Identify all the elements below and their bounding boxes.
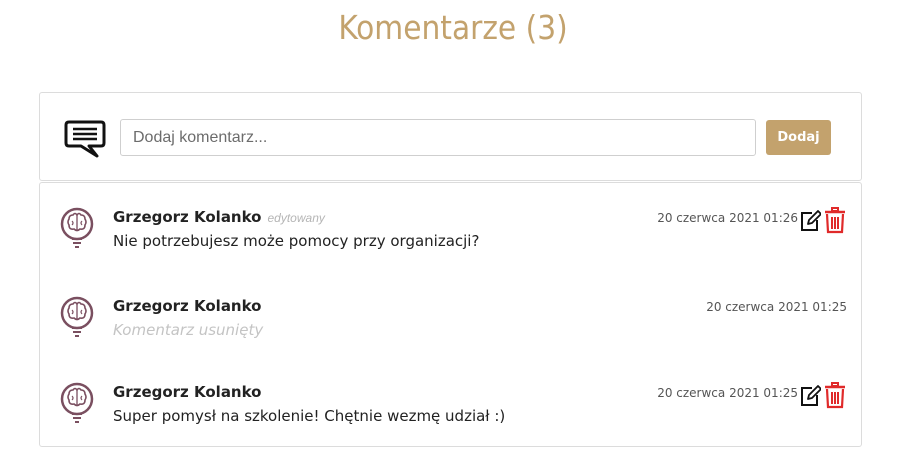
comment-input[interactable] <box>120 119 756 156</box>
add-comment-button[interactable]: Dodaj <box>766 120 831 155</box>
brain-lightbulb-icon <box>60 382 94 423</box>
trash-icon[interactable] <box>823 382 847 409</box>
comment-date: 20 czerwca 2021 01:25 <box>706 300 847 314</box>
comment-author: Grzegorz Kolanko <box>113 297 262 315</box>
trash-icon[interactable] <box>823 207 847 234</box>
comment-text: Super pomysł na szkolenie! Chętnie wezmę… <box>113 407 506 425</box>
edited-label: edytowany <box>267 211 325 225</box>
brain-lightbulb-icon <box>60 207 94 248</box>
comment-item: Grzegorz Kolanko Komentarz usunięty 20 c… <box>40 296 861 356</box>
chat-bubble-icon <box>64 120 106 158</box>
page-title: Komentarze (3) <box>338 8 568 47</box>
comment-deleted-text: Komentarz usunięty <box>113 321 264 339</box>
add-comment-panel: Dodaj <box>39 92 862 181</box>
comment-date: 20 czerwca 2021 01:25 <box>657 386 798 400</box>
comment-author: Grzegorz Kolanko edytowany <box>113 208 325 226</box>
brain-lightbulb-icon <box>60 296 94 337</box>
comments-list: Grzegorz Kolanko edytowany Nie potrzebuje… <box>39 182 862 447</box>
comment-text: Nie potrzebujesz może pomocy przy organi… <box>113 232 480 250</box>
comment-item: Grzegorz Kolanko Super pomysł na szkolen… <box>40 382 861 442</box>
edit-icon[interactable] <box>799 384 821 408</box>
comment-author: Grzegorz Kolanko <box>113 383 262 401</box>
comment-date: 20 czerwca 2021 01:26 <box>657 211 798 225</box>
comment-item: Grzegorz Kolanko edytowany Nie potrzebuje… <box>40 207 861 267</box>
edit-icon[interactable] <box>799 209 821 233</box>
